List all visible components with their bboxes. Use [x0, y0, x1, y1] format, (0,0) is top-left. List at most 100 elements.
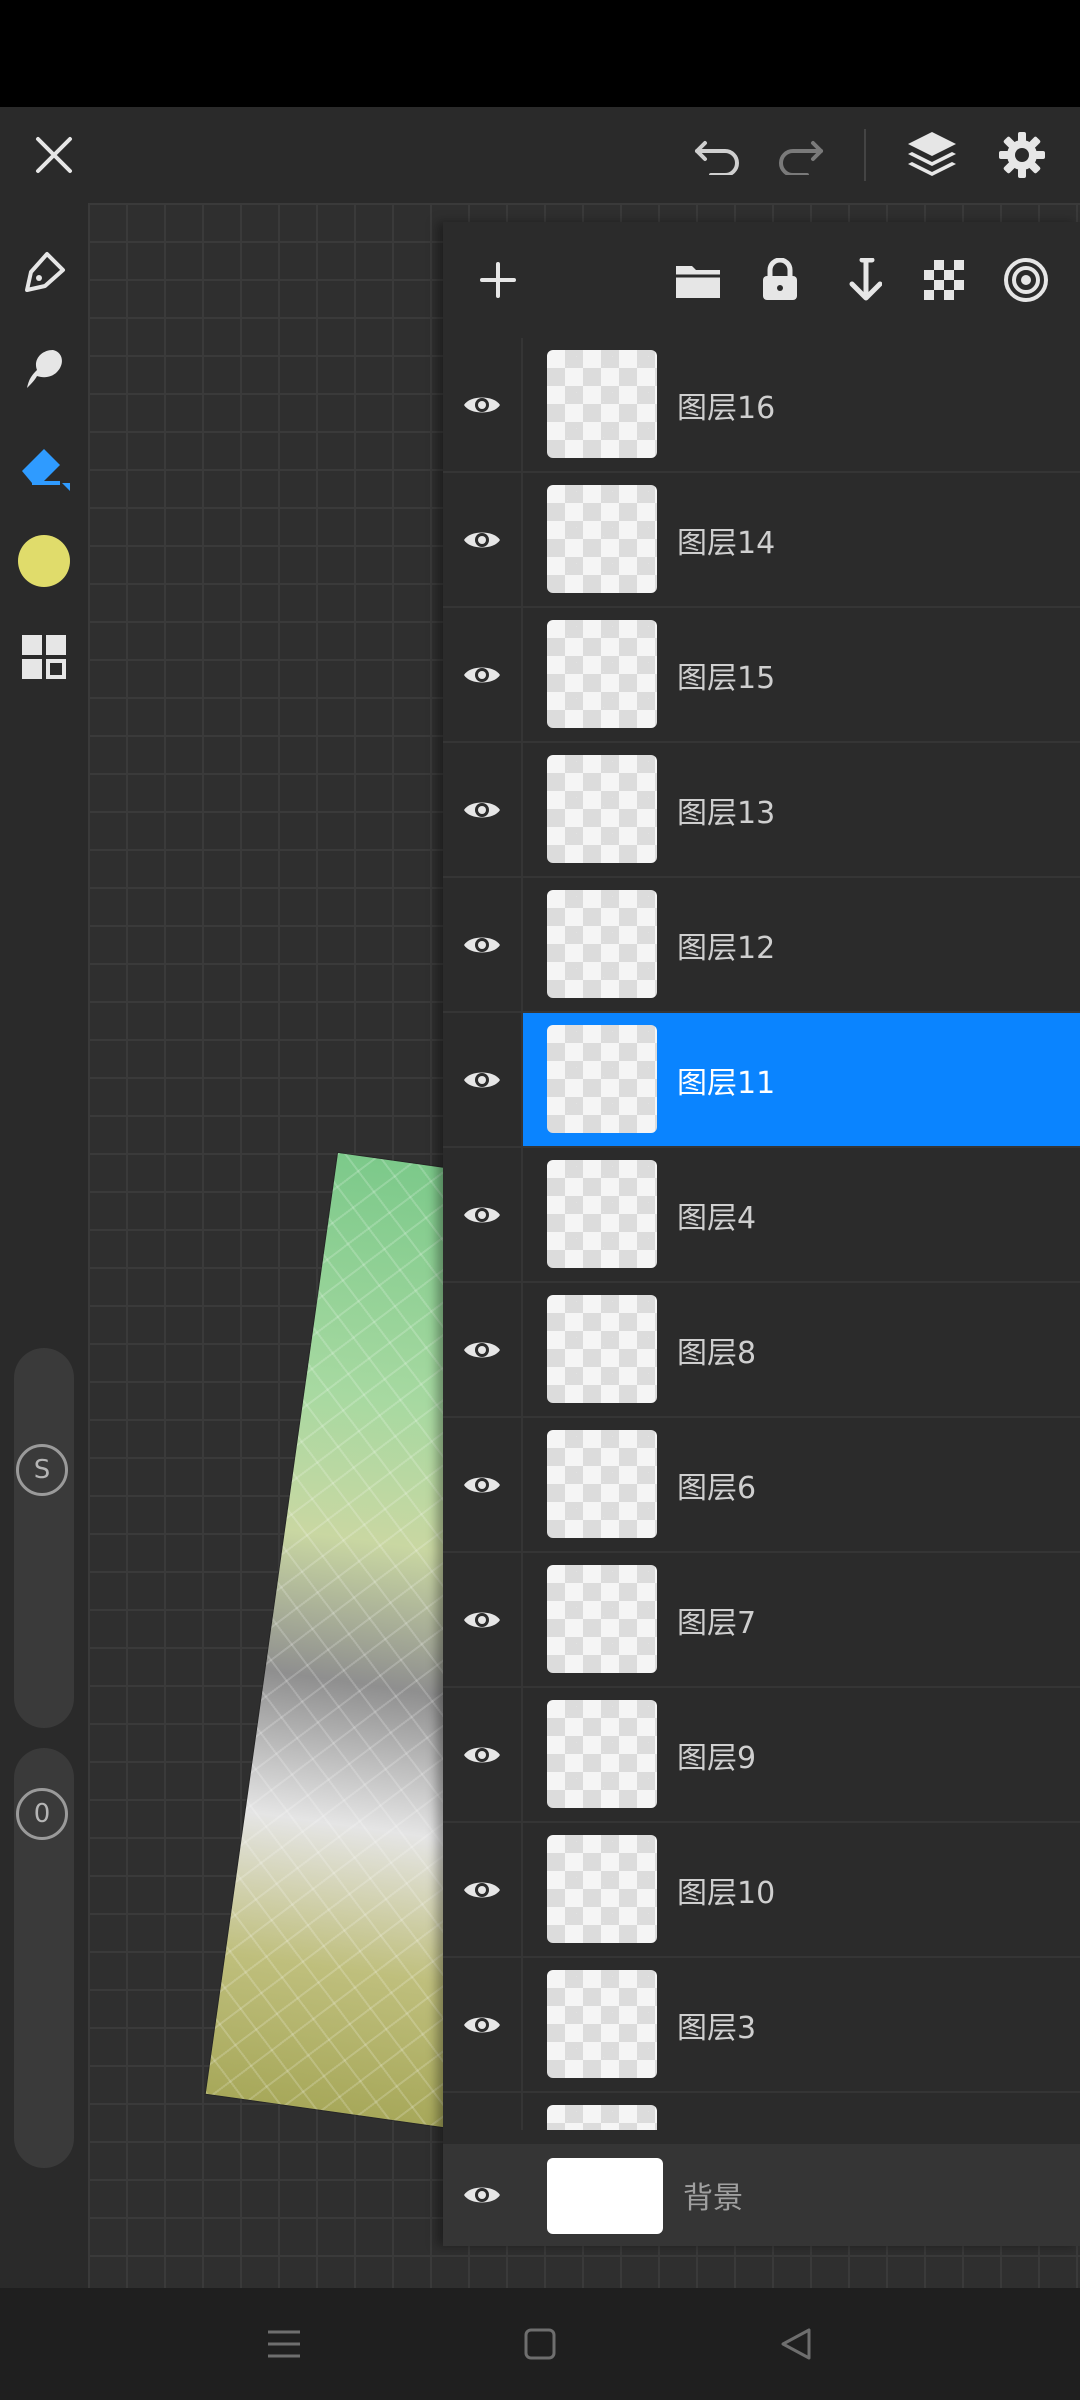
smudge-icon[interactable]: [0, 329, 88, 409]
row-divider: [521, 608, 523, 741]
row-divider: [521, 1283, 523, 1416]
layer-row[interactable]: 图层12: [443, 878, 1080, 1013]
row-divider: [521, 338, 523, 471]
layer-row[interactable]: 图层13: [443, 743, 1080, 878]
layer-row[interactable]: 图层9: [443, 1688, 1080, 1823]
system-nav-bar: [0, 2288, 1080, 2400]
opacity-slider-label: 0: [33, 1799, 51, 1829]
layer-name: 图层7: [677, 1605, 757, 1641]
eraser-icon[interactable]: [0, 425, 88, 505]
layer-thumbnail: [547, 485, 657, 593]
layer-thumbnail: [547, 890, 657, 998]
lock-icon[interactable]: [745, 222, 815, 338]
eye-icon[interactable]: [443, 1283, 521, 1416]
layer-row[interactable]: 图层16: [443, 338, 1080, 473]
layer-row[interactable]: 图层6: [443, 1418, 1080, 1553]
layer-thumbnail: [547, 620, 657, 728]
background-layer-row[interactable]: 背景: [443, 2144, 1080, 2246]
eye-icon[interactable]: [443, 1823, 521, 1956]
background-thumbnail: [547, 2158, 663, 2234]
eye-icon[interactable]: [443, 878, 521, 1011]
layer-thumbnail: [547, 1025, 657, 1133]
left-toolbar: S 0: [0, 203, 88, 2288]
layer-row[interactable]: 图层4: [443, 1148, 1080, 1283]
layer-name: 图层14: [677, 525, 776, 561]
size-slider-label: S: [33, 1455, 51, 1485]
eye-icon[interactable]: [443, 2144, 521, 2246]
layer-name: 图层5: [677, 2093, 756, 2130]
undo-icon[interactable]: [686, 107, 750, 203]
row-divider: [521, 2093, 523, 2130]
layer-thumbnail: [547, 1835, 657, 1943]
layer-row[interactable]: 图层15: [443, 608, 1080, 743]
eye-icon[interactable]: [443, 338, 521, 471]
back-icon[interactable]: [756, 2288, 836, 2400]
grid-menu-icon[interactable]: [0, 617, 88, 697]
layer-thumbnail: [547, 1700, 657, 1808]
layer-name: 图层11: [677, 1065, 776, 1101]
layer-name: 图层10: [677, 1875, 776, 1911]
layer-thumbnail: [547, 1295, 657, 1403]
brush-size-slider[interactable]: [14, 1348, 74, 1728]
eye-icon[interactable]: [443, 1013, 521, 1146]
layer-thumbnail: [547, 755, 657, 863]
layers-panel-toolbar: [443, 222, 1080, 338]
layer-row[interactable]: 图层11: [443, 1013, 1080, 1148]
layer-row[interactable]: 图层14: [443, 473, 1080, 608]
layer-list: 图层16 图层14 图层15 图层13 图层12 图层11 图层4 图层8 图层6 图层7 图层9 图…: [443, 338, 1080, 2130]
row-divider: [521, 878, 523, 1011]
layer-name: 图层6: [677, 1470, 757, 1506]
layer-name: 图层13: [677, 795, 776, 831]
row-divider: [521, 1148, 523, 1281]
layers-panel: 图层16 图层14 图层15 图层13 图层12 图层11 图层4 图层8 图层6 图层7 图层9 图…: [443, 222, 1080, 2246]
layer-thumbnail: [547, 2105, 657, 2130]
layer-thumbnail: [547, 1160, 657, 1268]
layer-name: 图层9: [677, 1740, 757, 1776]
row-divider: [521, 743, 523, 876]
layer-name: 图层8: [677, 1335, 757, 1371]
row-divider: [521, 473, 523, 606]
eye-icon[interactable]: [443, 1688, 521, 1821]
layer-name: 图层3: [677, 2010, 757, 2046]
layer-row[interactable]: 图层5: [443, 2093, 1080, 2130]
redo-icon[interactable]: [768, 107, 832, 203]
close-icon[interactable]: [18, 107, 90, 203]
eye-icon[interactable]: [443, 743, 521, 876]
eye-icon[interactable]: [443, 608, 521, 741]
row-divider: [521, 1418, 523, 1551]
layer-thumbnail: [547, 1430, 657, 1538]
pen-icon[interactable]: [0, 233, 88, 313]
size-slider-thumb[interactable]: S: [16, 1444, 68, 1496]
eye-icon[interactable]: [443, 1148, 521, 1281]
folder-icon[interactable]: [663, 222, 733, 338]
eye-icon[interactable]: [443, 1958, 521, 2091]
status-bar: [0, 0, 1080, 107]
eye-icon[interactable]: [443, 1418, 521, 1551]
eye-icon[interactable]: [443, 473, 521, 606]
layer-name: 图层16: [677, 390, 776, 426]
transparency-icon[interactable]: [909, 222, 979, 338]
row-divider: [521, 1958, 523, 2091]
settings-icon[interactable]: [986, 107, 1058, 203]
layer-row[interactable]: 图层3: [443, 1958, 1080, 2093]
merge-down-icon[interactable]: [827, 222, 897, 338]
layer-row[interactable]: 图层10: [443, 1823, 1080, 1958]
layer-name: 图层15: [677, 660, 776, 696]
target-icon[interactable]: [991, 222, 1061, 338]
add-icon[interactable]: [463, 222, 533, 338]
eye-icon[interactable]: [443, 1553, 521, 1686]
row-divider: [521, 1013, 523, 1146]
layer-row[interactable]: 图层8: [443, 1283, 1080, 1418]
topbar-divider: [864, 129, 866, 181]
row-divider: [521, 1688, 523, 1821]
home-icon[interactable]: [500, 2288, 580, 2400]
eye-icon[interactable]: [443, 2093, 521, 2130]
top-toolbar: [0, 107, 1080, 203]
layers-icon[interactable]: [896, 107, 968, 203]
color-picker[interactable]: [0, 521, 88, 601]
layer-name: 图层4: [677, 1200, 757, 1236]
opacity-slider-thumb[interactable]: 0: [16, 1788, 68, 1840]
layer-row[interactable]: 图层7: [443, 1553, 1080, 1688]
menu-icon[interactable]: [244, 2288, 324, 2400]
layer-thumbnail: [547, 1970, 657, 2078]
